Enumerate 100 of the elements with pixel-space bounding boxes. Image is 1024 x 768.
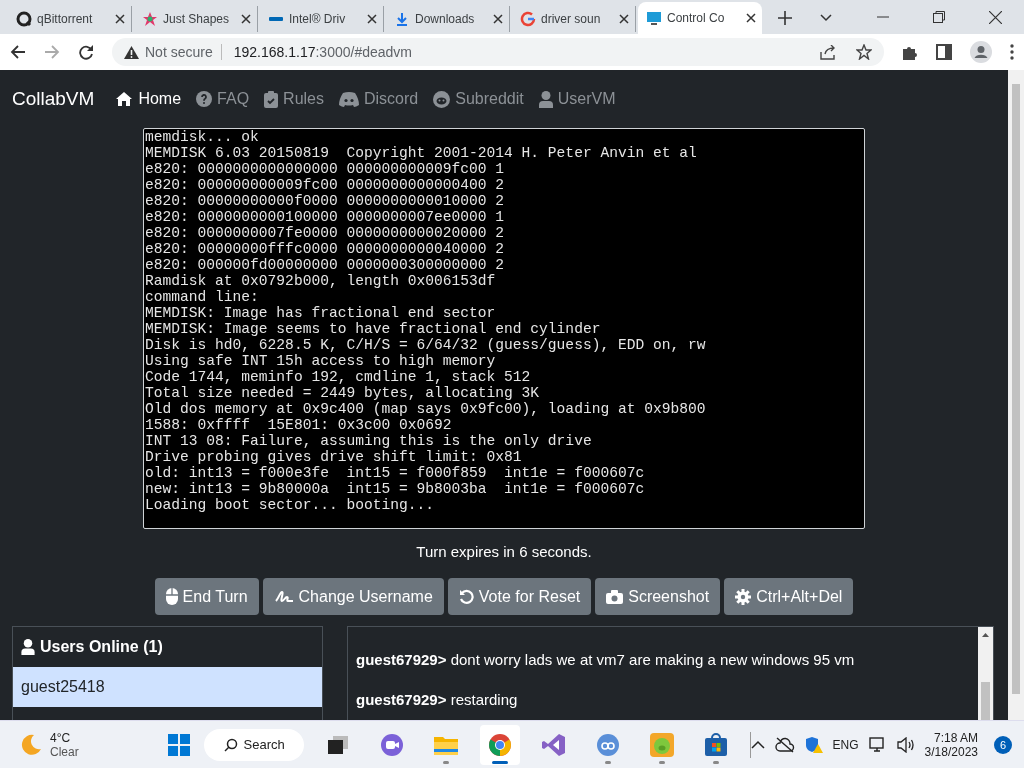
browser-tab[interactable]: driver soun <box>512 6 636 32</box>
temperature: 4°C <box>50 730 72 745</box>
shield-warning-icon[interactable] <box>804 735 823 754</box>
console-line: old: int13 = f000e3fe int15 = f000f859 int1e = f000607c <box>145 465 646 481</box>
vm-action-button[interactable]: Screenshot <box>595 578 721 615</box>
user-item[interactable]: guest25418 <box>13 667 322 707</box>
back-icon[interactable] <box>10 44 26 60</box>
console-line: memdisk... ok <box>145 129 260 145</box>
close-icon[interactable] <box>115 14 125 24</box>
vm-screen[interactable] <box>143 128 865 529</box>
browser-tab[interactable]: Control Co <box>638 2 762 34</box>
monitor-icon <box>646 10 662 26</box>
new-tab-icon[interactable] <box>778 11 792 25</box>
undo-icon <box>458 589 474 604</box>
console-line: command line: <box>145 289 260 305</box>
vm-action-button[interactable]: Change Username <box>262 578 444 615</box>
camera-icon <box>606 589 624 604</box>
console-line: e820: 0000000000000000 000000000009fc00 1 <box>145 161 506 177</box>
vm-action-button[interactable]: Vote for Reset <box>447 578 592 615</box>
star-icon[interactable] <box>856 44 872 60</box>
close-icon[interactable] <box>989 10 1002 24</box>
vm-action-button[interactable]: Ctrl+Alt+Del <box>724 578 854 615</box>
time: 7:18 AM <box>933 730 978 745</box>
close-icon[interactable] <box>493 14 503 24</box>
console-line: INT 13 08: Failure, assuming this is the only drive <box>145 433 593 449</box>
weather-condition: Clear <box>50 744 79 759</box>
site-brand[interactable]: CollabVM <box>12 88 95 110</box>
qb-logo-icon <box>595 732 620 757</box>
turn-status: Turn expires in 6 seconds. <box>415 543 593 560</box>
profile-icon[interactable] <box>970 41 992 63</box>
nav-link[interactable]: Subreddit <box>433 90 524 108</box>
console-line: e820: 0000000000100000 0000000007ee0000 1 <box>145 209 506 225</box>
volume-icon[interactable] <box>896 736 915 753</box>
search-icon <box>223 737 238 752</box>
console-line: Drive probing gives drive shift limit: 0x81 <box>145 449 523 465</box>
close-icon[interactable] <box>241 14 251 24</box>
page-scrollbar[interactable] <box>1008 70 1024 720</box>
close-icon[interactable] <box>619 14 629 24</box>
nav-link[interactable]: UserVM <box>538 90 616 108</box>
taskbar-search[interactable]: Search <box>203 728 304 761</box>
menu-icon[interactable] <box>1010 44 1014 60</box>
notification-badge[interactable]: 6 <box>994 735 1012 754</box>
folder-icon <box>433 734 458 755</box>
taskbar-app[interactable] <box>479 724 520 765</box>
puzzle-icon[interactable] <box>902 44 918 60</box>
browser-tab[interactable]: Just Shapes <box>134 6 258 32</box>
console-line: e820: 00000000fffc0000 0000000000040000 2 <box>145 241 506 257</box>
users-title: Users Online (1) <box>40 638 163 656</box>
google-icon <box>520 11 536 27</box>
browser-tab[interactable]: qBittorrent <box>8 6 132 32</box>
q-logo-icon <box>16 11 32 27</box>
nav-link[interactable]: Discord <box>339 90 419 108</box>
chevron-up-icon[interactable] <box>750 739 765 750</box>
console-line: MEMDISK: Image has fractional end sector <box>145 305 497 321</box>
address-bar[interactable]: Not secure 192.168.1.17:3000/#deadvm <box>112 38 884 66</box>
url-host: 192.168.1.17 <box>233 44 316 60</box>
scrollbar[interactable] <box>978 627 993 720</box>
console-line: MEMDISK: Image seems to have fractional end cylinder <box>145 321 602 337</box>
restore-icon[interactable] <box>933 11 945 23</box>
reload-icon[interactable] <box>78 44 94 60</box>
network-icon[interactable] <box>868 736 887 753</box>
side-panel-icon[interactable] <box>936 44 952 60</box>
browser-tab[interactable]: Intel® Driv <box>260 6 384 32</box>
browser-tab[interactable]: Downloads <box>386 6 510 32</box>
user-icon <box>538 90 553 108</box>
console-line: Loading boot sector... booting... <box>145 497 435 513</box>
cloud-off-icon[interactable] <box>774 736 795 753</box>
vm-action-button[interactable]: End Turn <box>154 578 259 615</box>
clock[interactable]: 7:18 AM 3/18/2023 <box>924 730 978 759</box>
url-path: :3000/#deadvm <box>315 44 412 60</box>
console-line: Old dos memory at 0x9c400 (map says 0x9fc00), loading at 0x9b800 <box>145 401 707 417</box>
windows-stack-icon <box>326 734 349 755</box>
console-line: Disk is hd0, 6228.5 K, C/H/S = 6/64/32 (guess/guess), EDD on, rw <box>145 337 707 353</box>
nav-link[interactable]: Home <box>115 90 182 108</box>
language-indicator[interactable]: ENG <box>832 737 859 752</box>
console-line: Code 1744, meminfo 192, cmdline 1, stack 512 <box>145 369 532 385</box>
share-icon[interactable] <box>820 44 836 60</box>
signature-icon <box>273 589 294 604</box>
help-icon <box>196 91 213 107</box>
user-icon <box>21 639 35 655</box>
nav-link[interactable]: FAQ <box>196 90 250 108</box>
chrome-icon <box>487 732 512 757</box>
ribbon-logo-icon <box>541 732 566 757</box>
close-icon[interactable] <box>746 13 756 23</box>
nav-link[interactable]: Rules <box>264 90 324 108</box>
console-line: MEMDISK 6.03 20150819 Copyright 2001-2014 H. Peter Anvin et al <box>145 145 698 161</box>
close-icon[interactable] <box>367 14 377 24</box>
home-icon <box>115 91 134 107</box>
console-line: e820: 000000fd00000000 0000000300000000 2 <box>145 257 506 273</box>
star-logo-icon <box>142 11 158 27</box>
console-line: e820: 000000000009fc00 0000000000000400 2 <box>145 177 506 193</box>
console-line: 1588: 0xffff 15E801: 0x3c00 0x0692 <box>145 417 453 433</box>
date: 3/18/2023 <box>924 744 978 759</box>
download-icon <box>394 11 410 27</box>
console-line: new: int13 = 9b80000a int15 = 9b8003ba int1e = f000607c <box>145 481 646 497</box>
console-line: e820: 0000000007fe0000 0000000000020000 2 <box>145 225 506 241</box>
chat-message: guest67929> dont worry lads we at vm7 are making a new windows 95 vm <box>356 650 856 670</box>
security-label: Not secure <box>145 44 222 60</box>
console-line: Using safe INT 15h access to high memory <box>145 353 497 369</box>
windows-start-icon[interactable] <box>167 733 190 756</box>
